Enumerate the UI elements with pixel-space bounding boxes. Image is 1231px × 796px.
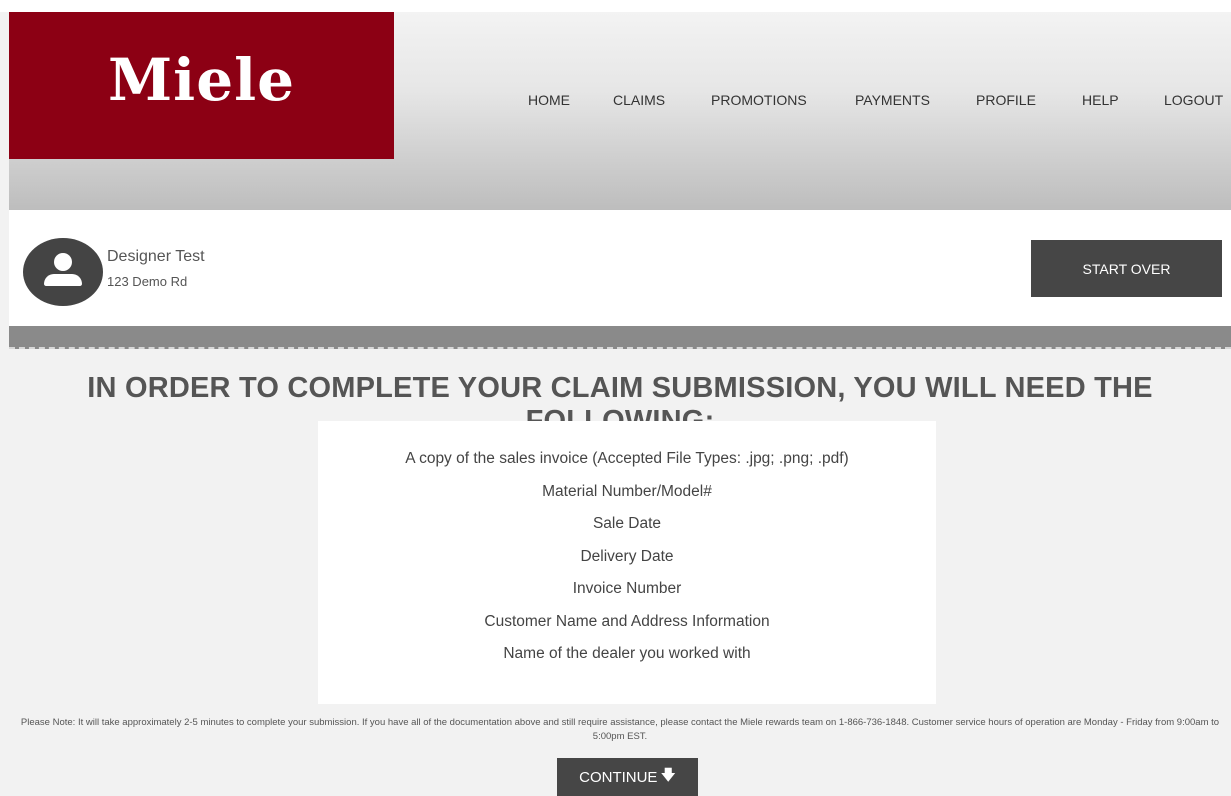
list-item: A copy of the sales invoice (Accepted Fi…	[405, 450, 849, 467]
nav-home[interactable]: HOME	[528, 92, 570, 108]
nav-profile[interactable]: PROFILE	[976, 92, 1036, 108]
start-over-button[interactable]: START OVER	[1031, 240, 1222, 297]
top-strip	[0, 0, 1231, 12]
arrow-down-icon: 🡇	[660, 766, 676, 784]
site-header: Miele HOME CLAIMS PROMOTIONS PAYMENTS PR…	[9, 12, 1231, 210]
main-nav: HOME CLAIMS PROMOTIONS PAYMENTS PROFILE …	[9, 92, 1231, 112]
nav-claims[interactable]: CLAIMS	[613, 92, 665, 108]
miele-logo[interactable]: Miele	[9, 12, 394, 159]
list-item: Invoice Number	[572, 580, 682, 597]
list-item: Delivery Date	[580, 547, 674, 565]
submission-note: Please Note: It will take approximately …	[20, 717, 1220, 742]
nav-payments[interactable]: PAYMENTS	[855, 92, 930, 108]
avatar-body	[44, 274, 82, 286]
user-address: 123 Demo Rd	[107, 274, 188, 289]
list-item: Sale Date	[592, 515, 662, 532]
continue-label: CONTINUE	[579, 768, 658, 786]
requirements-list: A copy of the sales invoice (Accepted Fi…	[318, 450, 936, 678]
list-item: Name of the dealer you worked with	[503, 645, 751, 662]
nav-logout[interactable]: LOGOUT	[1164, 92, 1223, 108]
user-name: Designer Test	[107, 248, 205, 265]
user-avatar-icon	[23, 238, 103, 306]
continue-button[interactable]: CONTINUE 🡇	[557, 758, 698, 796]
divider-band	[9, 326, 1231, 349]
requirements-box: A copy of the sales invoice (Accepted Fi…	[318, 421, 936, 704]
nav-help[interactable]: HELP	[1082, 92, 1119, 108]
list-item: Customer Name and Address Information	[484, 612, 770, 630]
nav-promotions[interactable]: PROMOTIONS	[711, 92, 807, 108]
list-item: Material Number/Model#	[542, 482, 712, 500]
avatar-head	[54, 253, 72, 271]
profile-bar: Designer Test 123 Demo Rd START OVER	[9, 210, 1231, 326]
